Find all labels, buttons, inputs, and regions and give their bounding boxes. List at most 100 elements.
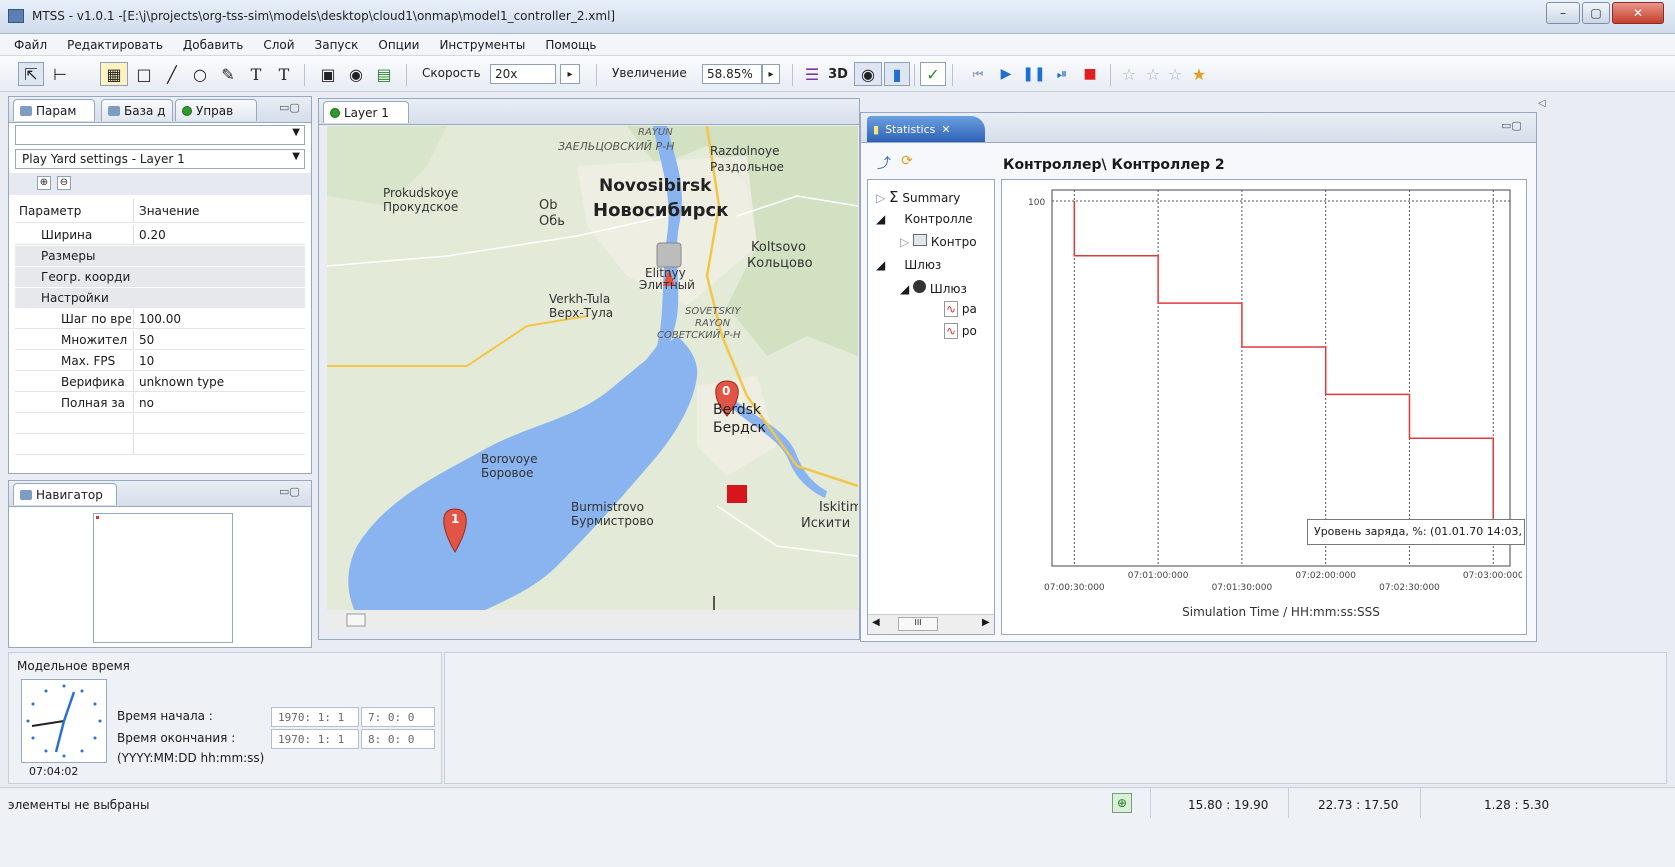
- properties-panel: Парам База д Управ ▭▢ ▼ Play Yard settin…: [8, 96, 312, 474]
- zoom-dropdown-icon[interactable]: ▸: [762, 64, 780, 84]
- map-canvas[interactable]: RAYUN ЗАЕЛЬЦОВСКИЙ Р-Н Razdolnoye Раздол…: [327, 126, 858, 630]
- status-icon[interactable]: ⊕: [1112, 793, 1132, 813]
- layers-icon[interactable]: ☰: [800, 62, 824, 86]
- text-icon[interactable]: T: [244, 62, 268, 86]
- table-row[interactable]: Верифика unknown type: [15, 372, 305, 392]
- param-name: Ширина: [41, 228, 93, 242]
- check-icon[interactable]: ✓: [920, 62, 946, 86]
- circle-icon[interactable]: ○: [188, 62, 212, 86]
- tree-item-metric[interactable]: ∿ ра: [944, 301, 977, 317]
- sum-icon: Σ: [889, 188, 899, 206]
- menu-add[interactable]: Добавить: [177, 34, 249, 56]
- stop-icon[interactable]: ■: [1078, 62, 1102, 86]
- tree-item-gateways[interactable]: ◢ Шлюз: [876, 258, 941, 272]
- image-icon[interactable]: ▣: [316, 62, 340, 86]
- column-divider: [133, 309, 134, 329]
- tree-item-controller[interactable]: ▷ Контро: [900, 234, 994, 249]
- expand-icon: ▷: [900, 235, 914, 249]
- table-row[interactable]: Полная за no: [15, 393, 305, 413]
- map-label: Razdolnoye: [710, 144, 780, 158]
- star-icon[interactable]: ☆: [1142, 62, 1164, 86]
- console-area: [444, 652, 1667, 784]
- scroll-right-icon[interactable]: ▶: [982, 617, 990, 628]
- table-header: Параметр Значение: [15, 199, 305, 223]
- minimize-view-icon[interactable]: ▭▢: [279, 485, 300, 498]
- menu-help[interactable]: Помощь: [539, 34, 602, 56]
- 3d-button[interactable]: 3D: [824, 62, 852, 86]
- table-row[interactable]: Шаг по вре 100.00: [15, 309, 305, 329]
- zoom-field[interactable]: 58.85%: [702, 64, 762, 84]
- export-icon[interactable]: ⤴: [877, 153, 891, 173]
- tree-item-metric[interactable]: ∿ ро: [944, 323, 977, 339]
- star-icon[interactable]: ☆: [1118, 62, 1140, 86]
- start-date-field[interactable]: 1970: 1: 1: [271, 707, 359, 727]
- refresh-icon[interactable]: ⟳: [901, 153, 913, 169]
- navigator-preview[interactable]: [93, 513, 233, 643]
- table-row[interactable]: Ширина 0.20: [15, 225, 305, 245]
- tab-statistics[interactable]: ▮ Statistics ✕: [867, 116, 985, 142]
- tree-item-controllers[interactable]: ◢ Контролле: [876, 212, 994, 226]
- end-date-field[interactable]: 1970: 1: 1: [271, 729, 359, 749]
- tab-navigator[interactable]: Навигатор: [13, 483, 117, 505]
- tree-scrollbar[interactable]: ◀ III ▶: [868, 614, 994, 634]
- tab-control[interactable]: Управ: [175, 99, 257, 121]
- minimize-view-icon[interactable]: ▭▢: [1501, 119, 1522, 132]
- menu-run[interactable]: Запуск: [309, 34, 365, 56]
- end-time-field[interactable]: 8: 0: 0: [361, 729, 435, 749]
- table-row[interactable]: Max. FPS 10: [15, 351, 305, 371]
- map-tool-icon[interactable]: ▦: [100, 62, 128, 86]
- table-row[interactable]: Геогр. коорди: [15, 267, 305, 287]
- maximize-button[interactable]: ▢: [1582, 2, 1610, 24]
- coordinate-readout-3: 1.28 : 5.30: [1484, 798, 1550, 812]
- chevron-down-icon: ▼: [292, 151, 300, 162]
- play-icon[interactable]: ▶: [994, 62, 1018, 86]
- tree-item-summary[interactable]: ▷ Σ Summary: [876, 188, 960, 206]
- collapse-all-icon[interactable]: ⊖: [57, 176, 71, 190]
- gateway-icon[interactable]: ◉: [344, 62, 368, 86]
- select-tool-icon[interactable]: ⇱: [18, 62, 44, 86]
- minimize-view-icon[interactable]: ▭▢: [279, 101, 300, 114]
- expand-all-icon[interactable]: ⊕: [37, 176, 51, 190]
- tab-database[interactable]: База д: [101, 99, 173, 121]
- close-tab-icon[interactable]: ✕: [941, 123, 950, 136]
- eye-icon[interactable]: ◉: [854, 62, 882, 86]
- menu-edit[interactable]: Редактировать: [61, 34, 169, 56]
- step-icon[interactable]: ⏯: [1050, 62, 1074, 86]
- table-row[interactable]: Множител 50: [15, 330, 305, 350]
- star-filled-icon[interactable]: ★: [1188, 62, 1210, 86]
- column-divider: [133, 199, 134, 223]
- tree-item-gateway[interactable]: ◢ Шлюз: [900, 280, 994, 296]
- scroll-thumb[interactable]: III: [898, 617, 938, 631]
- minimize-button[interactable]: –: [1546, 2, 1580, 24]
- star-icon[interactable]: ☆: [1164, 62, 1186, 86]
- chart-icon[interactable]: ▮: [884, 62, 910, 86]
- scroll-left-icon[interactable]: ◀: [872, 617, 880, 628]
- speed-dropdown-icon[interactable]: ▸: [560, 64, 580, 84]
- text-alt-icon[interactable]: T: [272, 62, 296, 86]
- menu-file[interactable]: Файл: [8, 34, 53, 56]
- map-label: Обь: [539, 214, 565, 229]
- pencil-icon[interactable]: ✎: [216, 62, 240, 86]
- object-combo[interactable]: ▼: [15, 125, 305, 145]
- pan-tool-icon[interactable]: ⊢: [48, 62, 72, 86]
- tab-params[interactable]: Парам: [13, 99, 95, 121]
- menu-options[interactable]: Опции: [372, 34, 425, 56]
- table-row[interactable]: Настройки: [15, 288, 305, 308]
- map-marker-0[interactable]: 0: [722, 384, 730, 398]
- line-icon[interactable]: ╱: [160, 62, 184, 86]
- table-icon[interactable]: ▤: [372, 62, 396, 86]
- rectangle-icon[interactable]: □: [132, 62, 156, 86]
- menu-layer[interactable]: Слой: [257, 34, 300, 56]
- map-label: Koltsovo: [751, 240, 806, 255]
- speed-field[interactable]: 20x: [490, 64, 556, 84]
- map-marker-1[interactable]: 1: [451, 512, 459, 526]
- settings-combo[interactable]: Play Yard settings - Layer 1 ▼: [15, 149, 305, 169]
- table-row[interactable]: Размеры: [15, 246, 305, 266]
- pause-icon[interactable]: ❚❚: [1022, 62, 1046, 86]
- collapse-sidebar-icon[interactable]: ◁: [1538, 98, 1548, 112]
- close-button[interactable]: ✕: [1612, 2, 1664, 24]
- rewind-icon[interactable]: ⏮: [966, 62, 990, 86]
- menu-tools[interactable]: Инструменты: [433, 34, 531, 56]
- start-time-field[interactable]: 7: 0: 0: [361, 707, 435, 727]
- tab-layer-1[interactable]: Layer 1: [323, 101, 409, 123]
